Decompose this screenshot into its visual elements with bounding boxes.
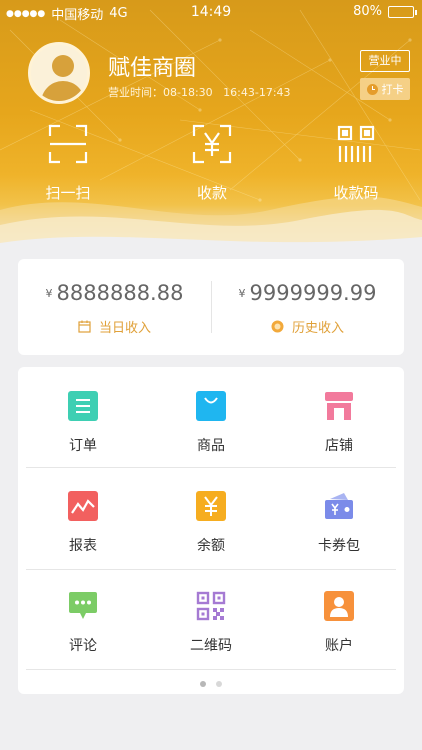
menu-item-label: 报表 [69,538,97,554]
scan-icon [48,124,88,164]
function-grid: 订单 商品 店铺 报表 余额 卡券包 评论 二维码 账户 [18,367,404,694]
header-banner: ●●●●● 中国移动 4G 14:49 80% 赋佳商圈 营业时间：08-18:… [0,0,422,250]
quick-action-collect[interactable]: 收款 [162,122,262,203]
comments-icon [69,592,97,619]
collect-money-icon [192,124,232,164]
today-income-amount: ¥8888888.88 [18,281,211,305]
menu-item-report[interactable]: 报表 [19,467,147,567]
currency-symbol: ¥ [45,287,53,300]
history-income[interactable]: ¥9999999.99 历史收入 [211,259,404,355]
battery-icon [388,5,417,18]
menu-item-label: 卡券包 [318,538,360,554]
products-icon [196,391,226,421]
shop-name: 赋佳商圈 [108,56,197,81]
menu-item-qr-code[interactable]: 二维码 [147,567,275,667]
status-bar: ●●●●● 中国移动 4G 14:49 80% [0,0,422,24]
menu-item-products[interactable]: 商品 [147,367,275,467]
account-icon [324,591,354,621]
balance-icon [196,491,226,521]
today-income-value: 8888888.88 [56,281,184,305]
menu-item-label: 商品 [197,438,225,454]
report-icon [68,491,98,521]
menu-item-label: 账户 [325,638,353,654]
store-icon [325,392,353,420]
quick-action-label: 扫一扫 [45,184,91,202]
currency-symbol: ¥ [238,287,246,300]
menu-item-comments[interactable]: 评论 [19,567,147,667]
page-dot[interactable] [216,681,222,687]
page-dot[interactable] [200,681,206,687]
menu-item-label: 订单 [69,438,97,454]
menu-item-balance[interactable]: 余额 [147,467,275,567]
quick-action-label: 收款 [196,184,227,202]
coupon-wallet-icon [325,493,353,519]
menu-item-label: 二维码 [190,638,232,654]
battery-percent: 80% [353,4,382,19]
status-badge: 营业中 [360,50,410,72]
today-income-label: 当日收入 [98,321,151,336]
menu-item-label: 店铺 [325,438,353,454]
menu-item-label: 评论 [69,638,97,654]
menu-item-orders[interactable]: 订单 [19,367,147,467]
quick-action-label: 收款码 [333,184,379,202]
clock-in-label: 打卡 [381,83,404,96]
income-card: ¥8888888.88 当日收入 ¥9999999.99 历史收入 [18,259,404,355]
menu-item-coupon-wallet[interactable]: 卡券包 [275,467,403,567]
clock-icon [366,83,378,95]
page-indicator[interactable] [18,681,404,687]
calendar-icon [78,320,91,333]
menu-item-store[interactable]: 店铺 [275,367,403,467]
quick-action-scan[interactable]: 扫一扫 [18,122,118,203]
qr-code-icon [196,591,226,621]
business-hours: 营业时间：08-18:30 16:43-17:43 [108,84,291,100]
divider [26,669,396,670]
history-income-value: 9999999.99 [249,281,377,305]
clock-in-button[interactable]: 打卡 [360,78,410,100]
business-hours-value: 08-18:30 16:43-17:43 [163,86,291,99]
today-income[interactable]: ¥8888888.88 当日收入 [18,259,211,355]
orders-icon [68,391,98,421]
payment-code-icon [337,125,375,162]
business-hours-label: 营业时间： [108,86,163,99]
quick-action-payment-code[interactable]: 收款码 [306,122,406,203]
coin-icon [271,320,284,333]
avatar[interactable] [28,42,90,104]
history-income-amount: ¥9999999.99 [211,281,404,305]
menu-item-account[interactable]: 账户 [275,567,403,667]
menu-item-label: 余额 [197,538,225,554]
history-income-label: 历史收入 [291,321,344,336]
